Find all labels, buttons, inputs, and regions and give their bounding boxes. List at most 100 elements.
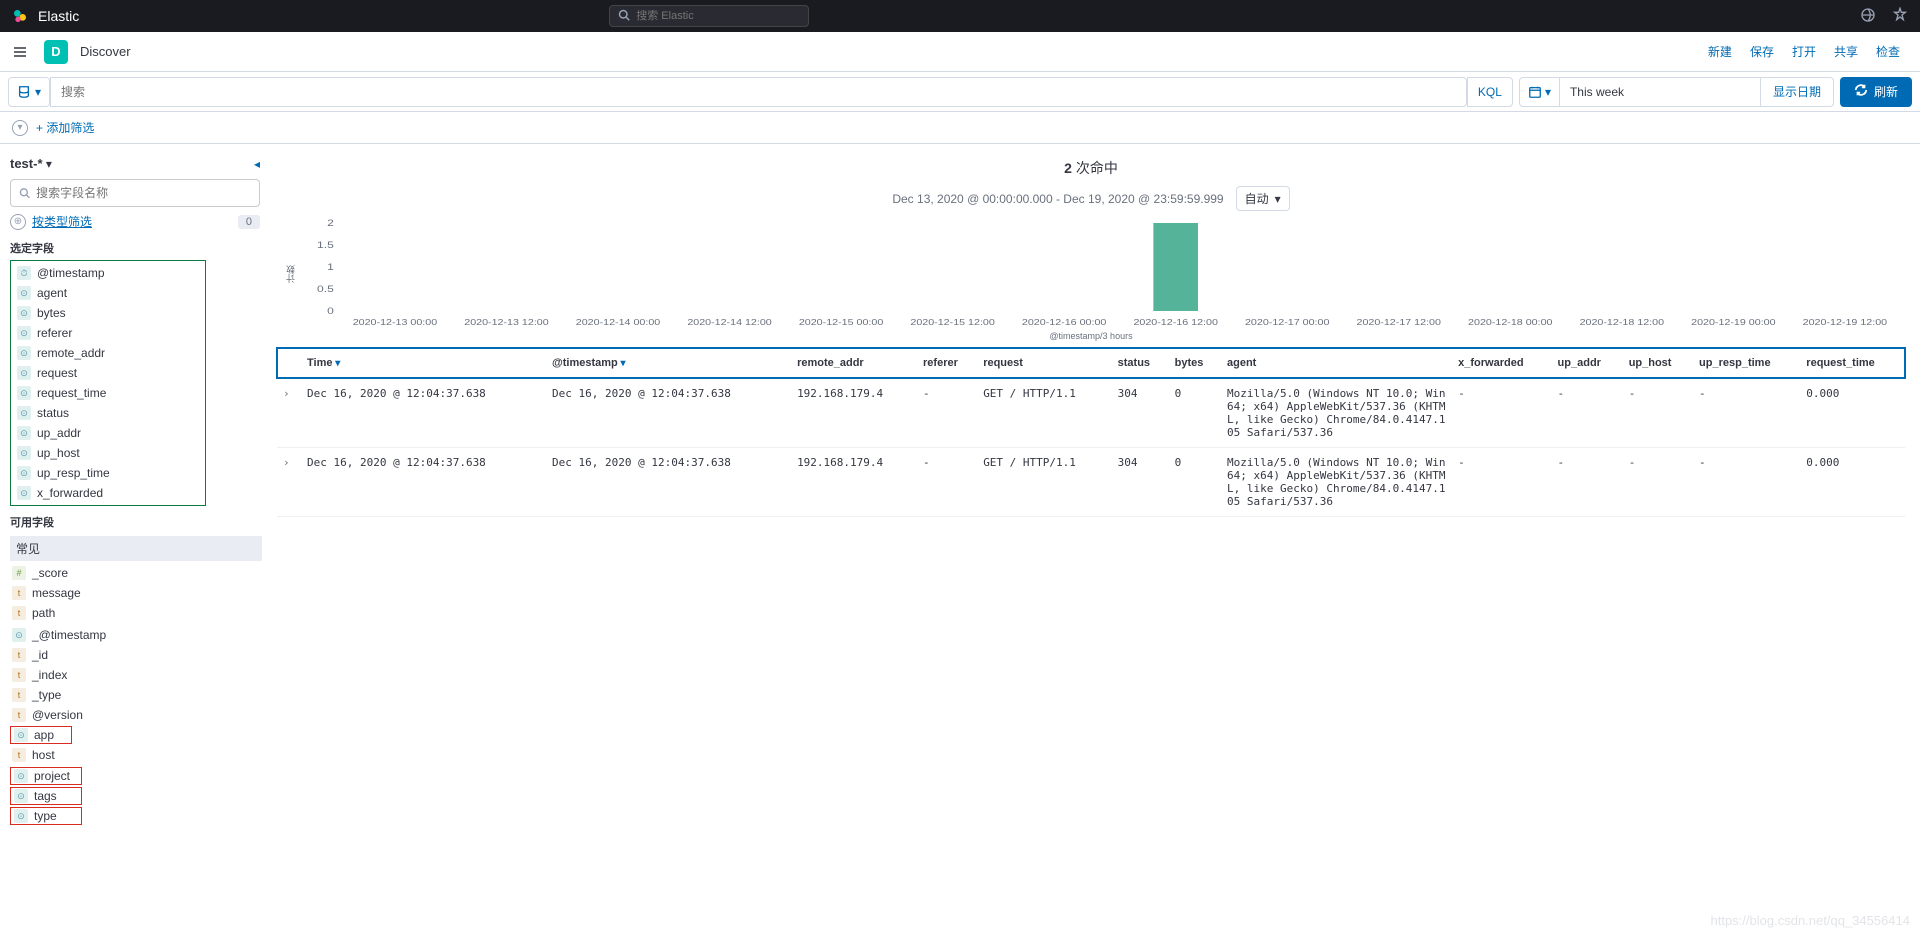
available-field-host[interactable]: thost — [10, 745, 260, 765]
histogram-chart: 计数 00.511.522020-12-13 00:002020-12-13 1… — [276, 215, 1906, 329]
field-search[interactable] — [10, 179, 260, 207]
field-name: agent — [37, 286, 67, 300]
column-header-request_time[interactable]: request_time — [1800, 348, 1905, 378]
app-header-left: D Discover — [8, 40, 131, 64]
column-header-up_host[interactable]: up_host — [1623, 348, 1693, 378]
refresh-button[interactable]: 刷新 — [1840, 77, 1912, 107]
available-field-_index[interactable]: t_index — [10, 665, 260, 685]
cell-bytes: 0 — [1169, 448, 1221, 517]
chart-svg: 00.511.522020-12-13 00:002020-12-13 12:0… — [299, 219, 1906, 329]
add-filter-link[interactable]: + 添加筛选 — [36, 119, 94, 136]
field-name: tags — [34, 789, 57, 803]
available-field-tags[interactable]: ⊙tags — [10, 787, 82, 805]
brand-name: Elastic — [38, 8, 79, 24]
column-header-agent[interactable]: agent — [1221, 348, 1452, 378]
column-header-status[interactable]: status — [1112, 348, 1169, 378]
app-header-actions: 新建 保存 打开 共享 检查 — [1708, 43, 1912, 60]
selected-field-@timestamp[interactable]: ⏱@timestamp — [15, 263, 201, 283]
selected-field-x_forwarded[interactable]: ⊙x_forwarded — [15, 483, 201, 503]
filter-by-type[interactable]: ⊕ 按类型筛选 0 — [10, 207, 260, 236]
svg-text:2020-12-18 12:00: 2020-12-18 12:00 — [1580, 318, 1664, 327]
hit-count-number: 2 — [1064, 160, 1072, 176]
selected-field-agent[interactable]: ⊙agent — [15, 283, 201, 303]
available-field-_id[interactable]: t_id — [10, 645, 260, 665]
selected-field-up_resp_time[interactable]: ⊙up_resp_time — [15, 463, 201, 483]
share-link[interactable]: 共享 — [1834, 43, 1858, 60]
cell-time: Dec 16, 2020 @ 12:04:37.638 — [301, 378, 546, 448]
chevron-down-icon: ▾ — [35, 85, 41, 99]
column-header-@timestamp[interactable]: @timestamp ▾ — [546, 348, 791, 378]
filter-by-type-link[interactable]: 按类型筛选 — [32, 213, 92, 230]
help-icon[interactable] — [1892, 7, 1908, 26]
column-header-remote_addr[interactable]: remote_addr — [791, 348, 917, 378]
available-field-project[interactable]: ⊙project — [10, 767, 82, 785]
field-type-icon: ⊙ — [12, 628, 26, 642]
saved-query-button[interactable]: ▾ — [8, 77, 50, 107]
menu-icon[interactable] — [8, 40, 32, 64]
date-range-text[interactable]: This week — [1560, 85, 1760, 99]
column-header-request[interactable]: request — [977, 348, 1111, 378]
field-type-icon: t — [12, 586, 26, 600]
popular-field-_score[interactable]: #_score — [10, 563, 260, 583]
expand-row-icon[interactable]: › — [277, 378, 301, 448]
field-type-icon: ⊙ — [17, 366, 31, 380]
query-input[interactable] — [50, 77, 1467, 107]
selected-field-request_time[interactable]: ⊙request_time — [15, 383, 201, 403]
available-fields-label: 可用字段 — [10, 510, 260, 532]
svg-text:2020-12-19 12:00: 2020-12-19 12:00 — [1803, 318, 1887, 327]
column-header-up_resp_time[interactable]: up_resp_time — [1693, 348, 1800, 378]
svg-text:2020-12-13 12:00: 2020-12-13 12:00 — [464, 318, 548, 327]
inspect-link[interactable]: 检查 — [1876, 43, 1900, 60]
open-link[interactable]: 打开 — [1792, 43, 1816, 60]
selected-field-remote_addr[interactable]: ⊙remote_addr — [15, 343, 201, 363]
selected-field-up_host[interactable]: ⊙up_host — [15, 443, 201, 463]
column-header-bytes[interactable]: bytes — [1169, 348, 1221, 378]
filter-options-icon[interactable]: ▾ — [12, 120, 28, 136]
selected-field-request[interactable]: ⊙request — [15, 363, 201, 383]
field-search-input[interactable] — [36, 186, 251, 200]
date-range-label: Dec 13, 2020 @ 00:00:00.000 - Dec 19, 20… — [892, 192, 1223, 206]
cell-xforwarded: - — [1452, 378, 1551, 448]
collapse-sidebar-icon[interactable]: ◂ — [254, 157, 260, 171]
kql-toggle[interactable]: KQL — [1467, 77, 1513, 107]
popular-field-message[interactable]: tmessage — [10, 583, 260, 603]
cell-bytes: 0 — [1169, 378, 1221, 448]
column-header-referer[interactable]: referer — [917, 348, 977, 378]
popular-field-path[interactable]: tpath — [10, 603, 260, 623]
field-name: x_forwarded — [37, 486, 103, 500]
calendar-icon[interactable]: ▾ — [1520, 78, 1560, 106]
cell-requesttime: 0.000 — [1800, 448, 1905, 517]
filter-count-badge: 0 — [238, 215, 260, 229]
field-type-icon: t — [12, 688, 26, 702]
new-link[interactable]: 新建 — [1708, 43, 1732, 60]
cell-upaddr: - — [1552, 378, 1623, 448]
selected-field-referer[interactable]: ⊙referer — [15, 323, 201, 343]
svg-text:1: 1 — [327, 262, 334, 272]
svg-text:1.5: 1.5 — [317, 240, 334, 250]
column-header-up_addr[interactable]: up_addr — [1552, 348, 1623, 378]
expand-row-icon[interactable]: › — [277, 448, 301, 517]
selected-field-status[interactable]: ⊙status — [15, 403, 201, 423]
sort-arrow-icon: ▾ — [618, 358, 626, 369]
global-search-input[interactable] — [636, 10, 800, 22]
global-header: Elastic — [0, 0, 1920, 32]
available-field-_type[interactable]: t _type — [10, 685, 260, 705]
available-field-_@timestamp[interactable]: ⊙_@timestamp — [10, 625, 260, 645]
available-field-type[interactable]: ⊙type — [10, 807, 82, 825]
column-header-Time[interactable]: Time ▾ — [301, 348, 546, 378]
global-search[interactable] — [609, 5, 809, 27]
date-picker[interactable]: ▾ This week 显示日期 — [1519, 77, 1834, 107]
field-name: _type — [32, 688, 61, 702]
selected-field-up_addr[interactable]: ⊙up_addr — [15, 423, 201, 443]
interval-value: 自动 — [1245, 190, 1269, 207]
selected-field-bytes[interactable]: ⊙bytes — [15, 303, 201, 323]
interval-select[interactable]: 自动 ▾ — [1236, 186, 1290, 211]
available-field-app[interactable]: ⊙app — [10, 726, 72, 744]
field-name: _id — [32, 648, 48, 662]
show-dates-link[interactable]: 显示日期 — [1760, 78, 1833, 106]
index-pattern-selector[interactable]: test-* ▾ ◂ — [10, 152, 260, 179]
news-icon[interactable] — [1860, 7, 1876, 26]
save-link[interactable]: 保存 — [1750, 43, 1774, 60]
column-header-x_forwarded[interactable]: x_forwarded — [1452, 348, 1551, 378]
available-field-@version[interactable]: t@version — [10, 705, 260, 725]
